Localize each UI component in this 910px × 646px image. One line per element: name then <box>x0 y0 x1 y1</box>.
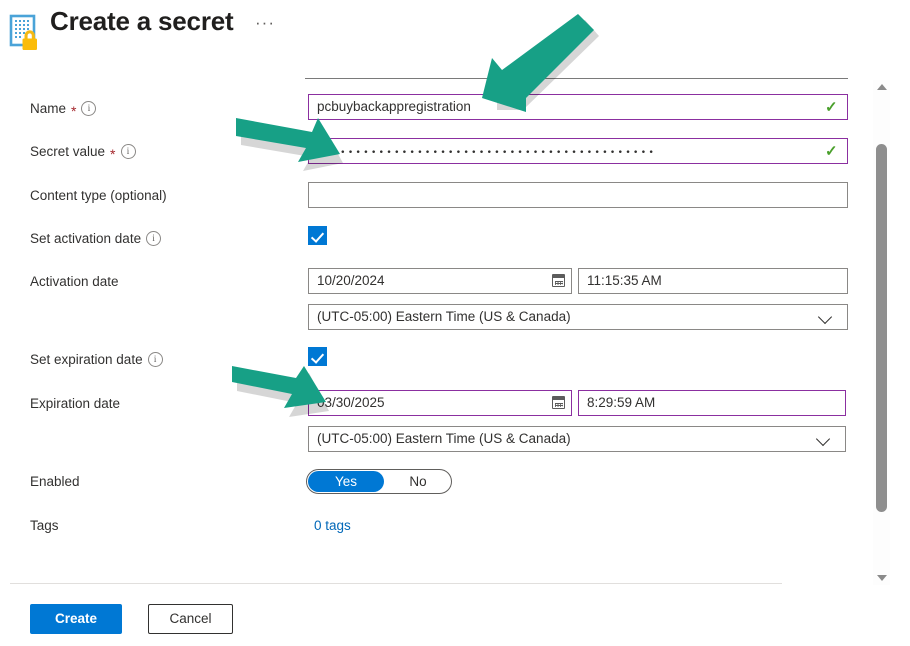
set-activation-date-label: Set activation date i <box>30 231 162 246</box>
content-type-label-text: Content type (optional) <box>30 188 167 203</box>
activation-date-label: Activation date <box>30 274 119 289</box>
set-expiration-date-checkbox[interactable] <box>308 347 327 366</box>
activation-time-input[interactable]: 11:15:35 AM <box>578 268 848 294</box>
set-activation-date-checkbox[interactable] <box>308 226 327 245</box>
set-activation-date-info-icon[interactable]: i <box>146 231 162 246</box>
tags-label-text: Tags <box>30 518 59 533</box>
content-type-label: Content type (optional) <box>30 188 167 203</box>
scroll-down-arrow-icon[interactable] <box>876 575 887 581</box>
enabled-label-text: Enabled <box>30 474 80 489</box>
create-button[interactable]: Create <box>30 604 122 634</box>
activation-date-label-text: Activation date <box>30 274 119 289</box>
name-label-text: Name <box>30 101 67 116</box>
expiration-time-value: 8:29:59 AM <box>587 395 656 410</box>
vertical-scrollbar[interactable] <box>873 80 890 585</box>
content-type-input[interactable] <box>308 182 848 208</box>
secret-value-masked-text: ••••••••••••••••••••••••••••••••••••••••… <box>317 148 657 158</box>
activation-timezone-value: (UTC-05:00) Eastern Time (US & Canada) <box>317 309 571 324</box>
more-options-menu[interactable]: ··· <box>255 14 275 31</box>
tags-link[interactable]: 0 tags <box>314 518 351 533</box>
create-secret-form: Name * i pcbuybackappregistration ✓ Secr… <box>0 78 862 568</box>
expiration-timezone-select[interactable]: (UTC-05:00) Eastern Time (US & Canada) <box>308 426 846 452</box>
set-expiration-date-label-text: Set expiration date <box>30 352 143 367</box>
name-required-marker: * <box>71 102 77 119</box>
page-header: Create a secret ··· <box>0 0 910 78</box>
name-input[interactable]: pcbuybackappregistration <box>308 94 848 120</box>
expiration-time-input[interactable]: 8:29:59 AM <box>578 390 846 416</box>
activation-time-value: 11:15:35 AM <box>587 273 662 288</box>
expiration-date-input[interactable]: 03/30/2025 <box>308 390 572 416</box>
set-expiration-date-label: Set expiration date i <box>30 352 163 367</box>
activation-timezone-select[interactable]: (UTC-05:00) Eastern Time (US & Canada) <box>308 304 848 330</box>
expiration-date-label: Expiration date <box>30 396 120 411</box>
set-activation-date-label-text: Set activation date <box>30 231 142 246</box>
expiration-timezone-value: (UTC-05:00) Eastern Time (US & Canada) <box>317 431 571 446</box>
expiration-date-value: 03/30/2025 <box>317 395 385 410</box>
scroll-up-arrow-icon[interactable] <box>876 84 887 90</box>
expiration-date-label-text: Expiration date <box>30 396 121 411</box>
cancel-button[interactable]: Cancel <box>148 604 233 634</box>
footer-divider <box>10 583 782 584</box>
name-info-icon[interactable]: i <box>81 101 97 116</box>
enabled-toggle-no[interactable]: No <box>389 471 447 492</box>
enabled-label: Enabled <box>30 474 80 489</box>
set-expiration-date-info-icon[interactable]: i <box>147 352 163 367</box>
activation-date-calendar-icon[interactable] <box>552 274 565 287</box>
secret-value-info-icon[interactable]: i <box>120 144 136 159</box>
name-label: Name * i <box>30 101 97 119</box>
key-vault-secret-icon <box>9 14 37 50</box>
enabled-toggle-yes[interactable]: Yes <box>308 471 384 492</box>
expiration-date-calendar-icon[interactable] <box>552 396 565 409</box>
activation-date-value: 10/20/2024 <box>317 273 385 288</box>
secret-value-label-text: Secret value <box>30 144 106 159</box>
scrollbar-thumb[interactable] <box>876 144 887 512</box>
secret-value-valid-check-icon: ✓ <box>825 143 838 160</box>
enabled-toggle[interactable]: Yes No <box>306 469 452 494</box>
secret-value-label: Secret value * i <box>30 144 136 162</box>
tags-label: Tags <box>30 518 59 533</box>
activation-date-input[interactable]: 10/20/2024 <box>308 268 572 294</box>
name-input-value: pcbuybackappregistration <box>317 99 471 114</box>
secret-value-required-marker: * <box>110 145 116 162</box>
name-valid-check-icon: ✓ <box>825 99 838 116</box>
page-title: Create a secret <box>50 6 234 36</box>
